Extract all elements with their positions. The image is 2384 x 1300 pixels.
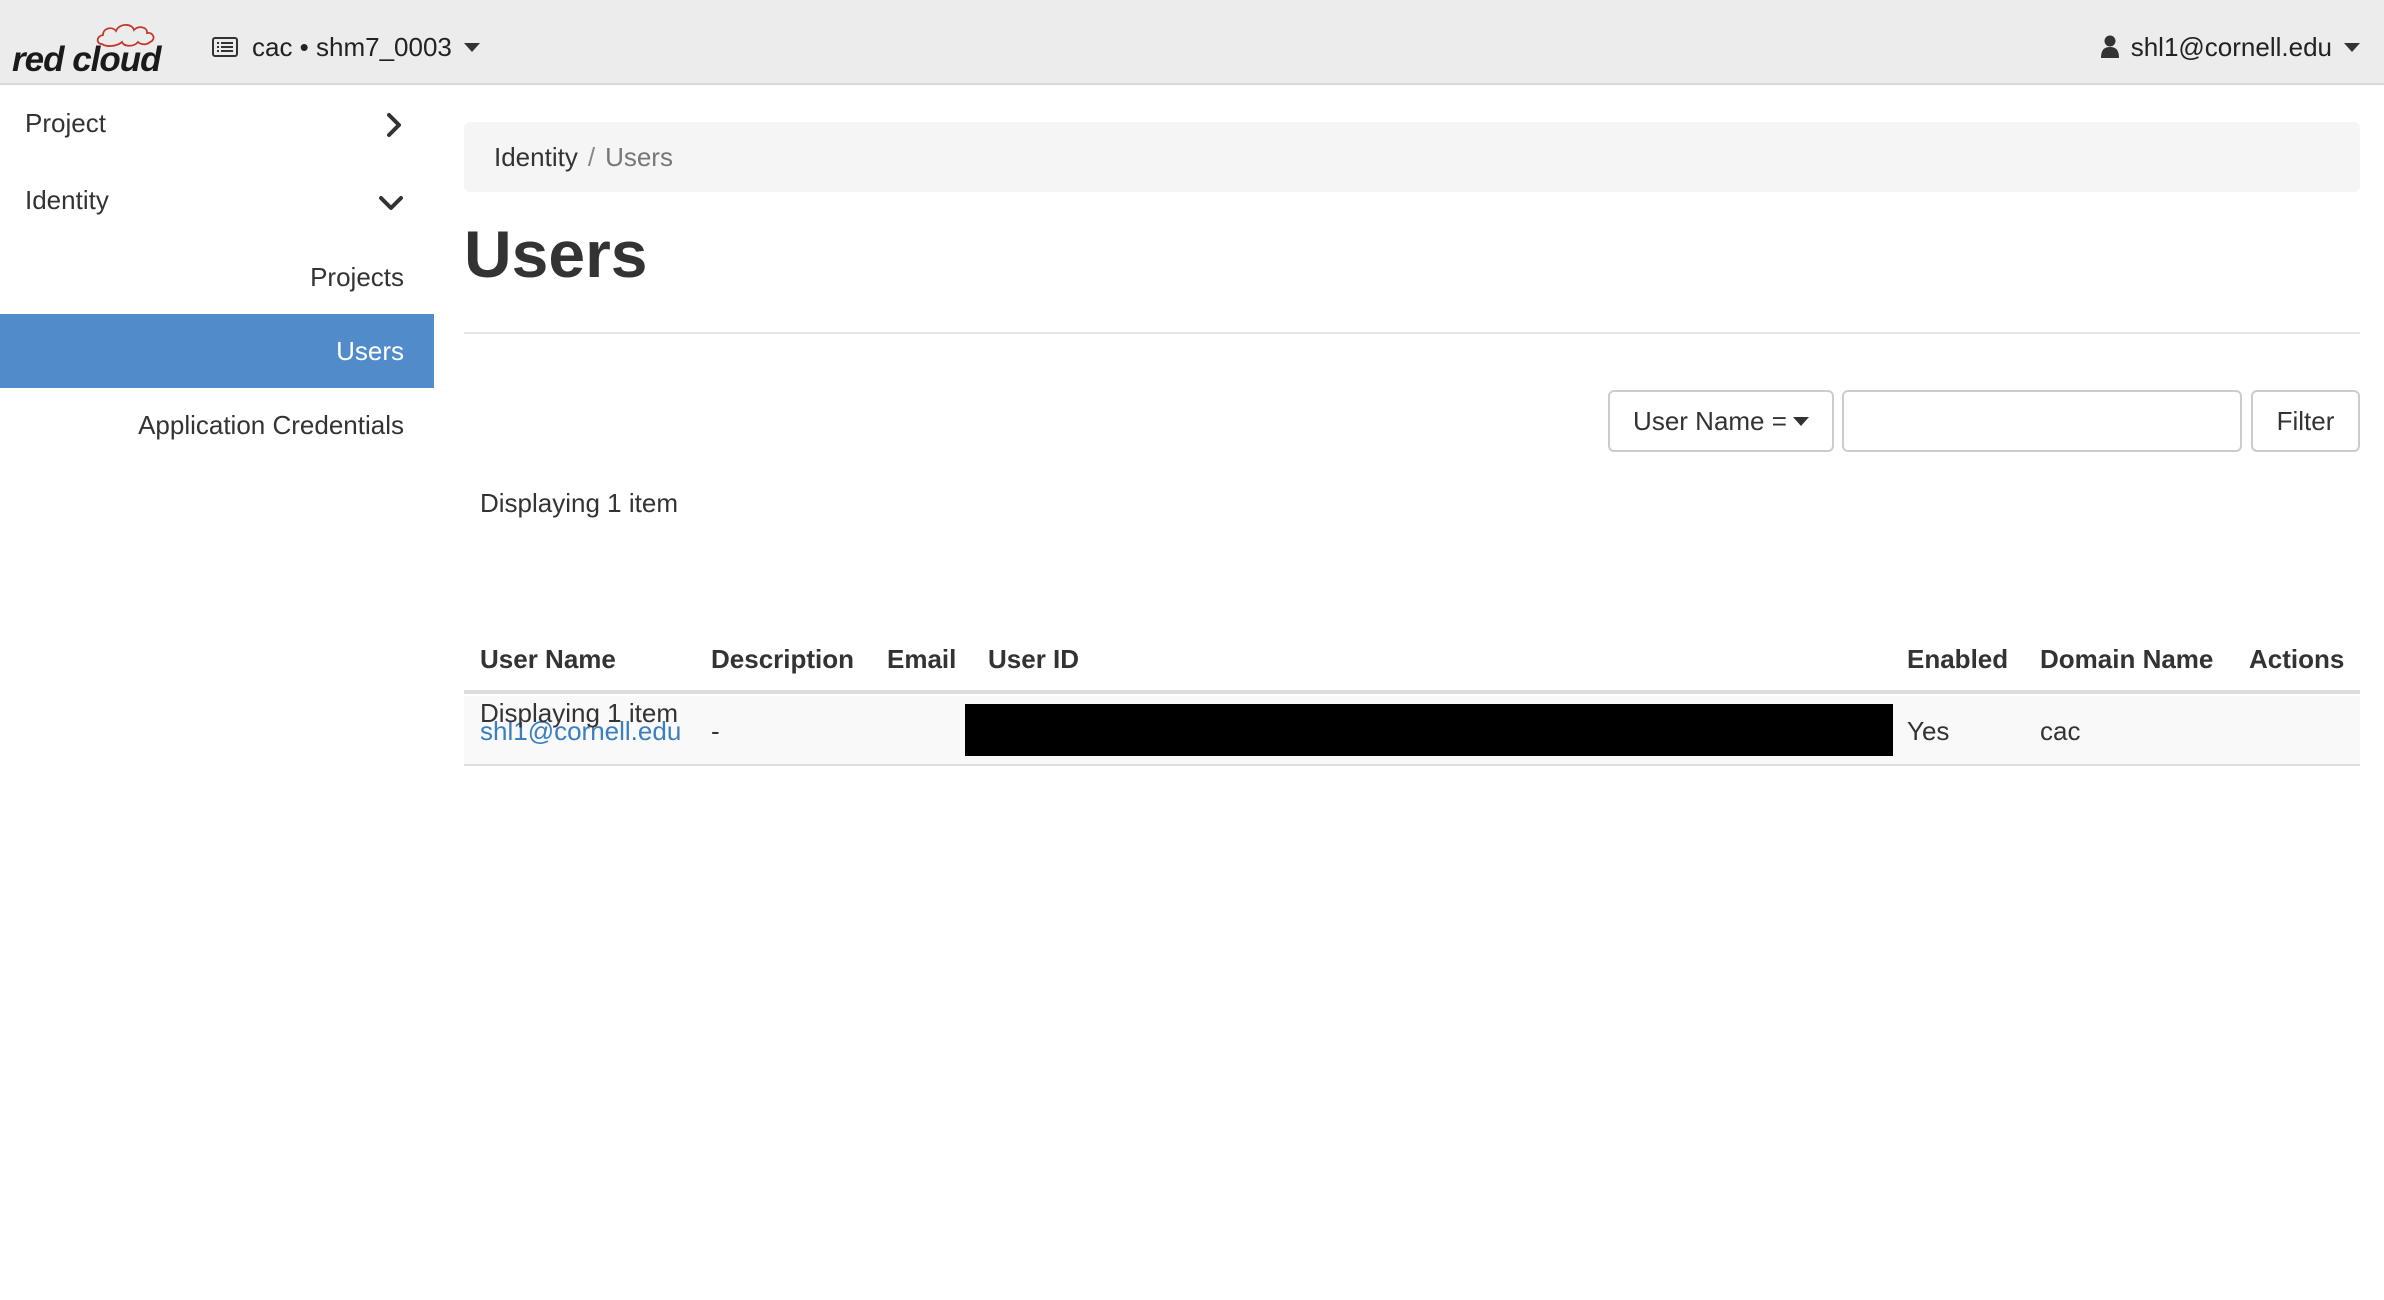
user-description: - (711, 716, 720, 746)
caret-down-icon (1792, 416, 1809, 426)
sidebar-section-label: Identity (25, 185, 109, 215)
context-list-icon (212, 36, 238, 58)
sidebar-section-identity[interactable]: Identity (0, 163, 434, 240)
redacted-user-id (965, 704, 1893, 756)
sidebar-section-label: Project (25, 108, 106, 138)
breadcrumb: Identity / Users (464, 122, 2360, 192)
column-header-enabled[interactable]: Enabled (1907, 644, 2008, 675)
chevron-right-icon (386, 112, 402, 138)
item-count-top: Displaying 1 item (480, 488, 678, 518)
user-menu-label: shl1@cornell.edu (2130, 31, 2332, 62)
column-header-description[interactable]: Description (711, 644, 854, 675)
column-header-domain-name[interactable]: Domain Name (2040, 644, 2213, 675)
main-content: Identity / Users Users User Name = Filte… (464, 86, 2360, 1300)
sidebar-section-project[interactable]: Project (0, 86, 434, 163)
column-header-email[interactable]: Email (887, 644, 956, 675)
page-title: Users (464, 217, 648, 291)
caret-down-icon (463, 42, 480, 52)
filter-input[interactable] (1842, 390, 2242, 452)
logo-text: red cloud (12, 40, 162, 79)
filter-button[interactable]: Filter (2251, 390, 2360, 452)
caret-down-icon (2344, 42, 2360, 52)
table-row: shl1@cornell.edu - Yes cac (464, 696, 2360, 766)
user-menu-dropdown[interactable]: shl1@cornell.edu (2100, 28, 2360, 66)
filter-field-dropdown[interactable]: User Name = (1608, 390, 1834, 452)
chevron-down-icon (378, 195, 404, 211)
breadcrumb-separator: / (587, 141, 596, 172)
column-header-user-name[interactable]: User Name (480, 644, 616, 675)
table-header-row: User Name Description Email User ID Enab… (464, 606, 2360, 694)
user-domain-name: cac (2040, 716, 2081, 746)
sidebar-item-users[interactable]: Users (0, 314, 434, 388)
red-cloud-logo[interactable]: red cloud (12, 18, 162, 79)
project-picker-dropdown[interactable]: cac • shm7_0003 (212, 28, 480, 66)
project-picker-label: cac • shm7_0003 (252, 31, 452, 62)
column-header-user-id[interactable]: User ID (988, 644, 1079, 675)
sidebar: Project Identity Projects Users Applicat… (0, 86, 434, 1300)
user-icon (2100, 35, 2119, 59)
breadcrumb-identity-link[interactable]: Identity (494, 142, 578, 173)
breadcrumb-current: Users (605, 141, 673, 172)
top-navbar: red cloud cac • shm7_0003 shl1@cornell.e… (0, 0, 2384, 85)
title-divider (464, 332, 2360, 334)
item-count-bottom: Displaying 1 item (480, 698, 678, 728)
sidebar-item-projects[interactable]: Projects (0, 240, 434, 314)
user-enabled: Yes (1907, 716, 1950, 746)
filter-field-label: User Name = (1633, 405, 1787, 436)
column-header-actions: Actions (2249, 644, 2345, 674)
sidebar-item-application-credentials[interactable]: Application Credentials (0, 388, 434, 462)
